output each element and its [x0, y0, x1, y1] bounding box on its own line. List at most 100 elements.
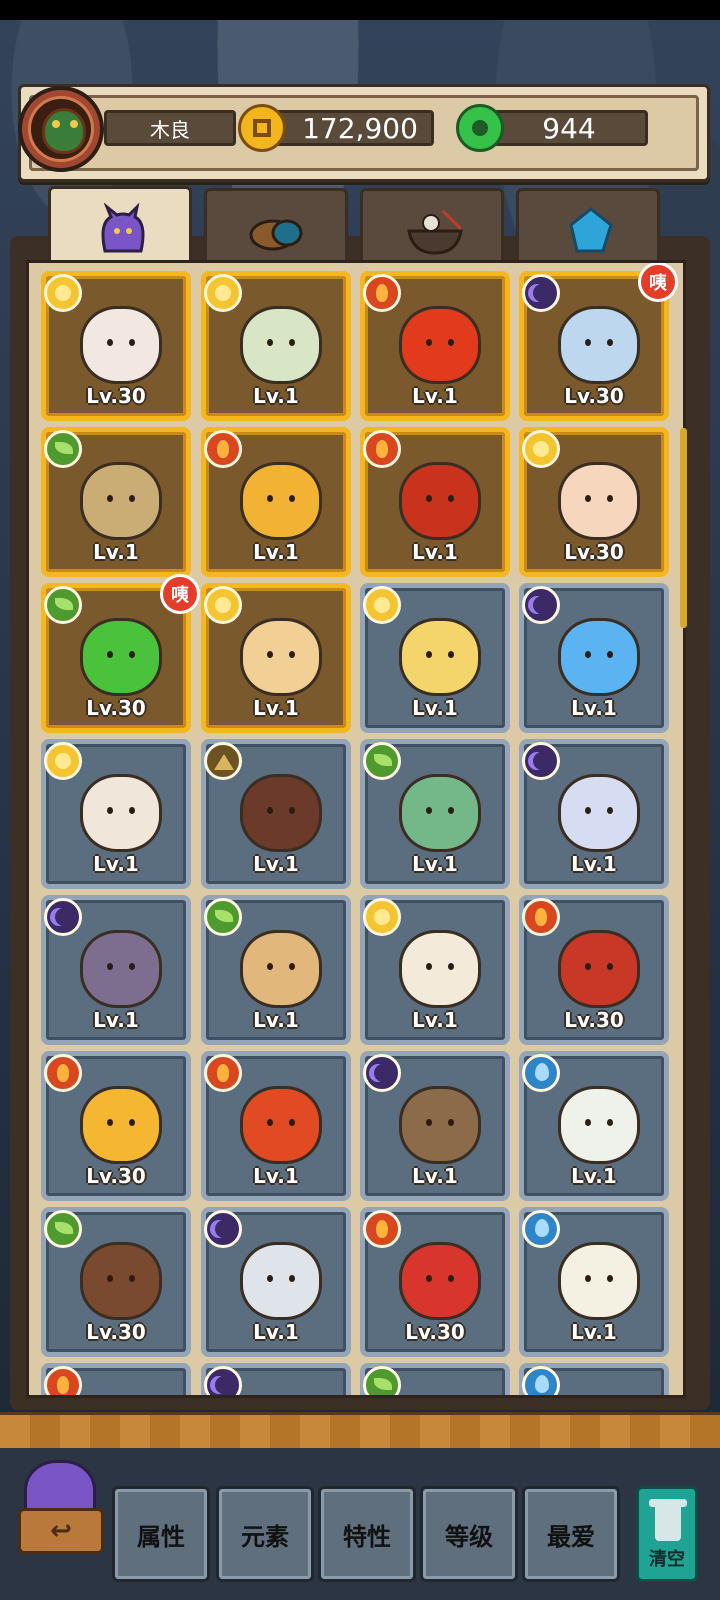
creature-level: Lv.30 [86, 384, 146, 408]
tab-items[interactable] [204, 188, 348, 264]
creature-sprite [558, 618, 640, 696]
creature-sprite [80, 930, 162, 1008]
creature-level: Lv.1 [253, 384, 299, 408]
creature-card[interactable]: Lv.1 [41, 427, 191, 577]
creature-eye [448, 1275, 454, 1282]
creature-level: Lv.1 [253, 1320, 299, 1344]
sort-favorite-button[interactable]: 最爱 [522, 1486, 620, 1582]
creature-level: Lv.1 [571, 852, 617, 876]
creature-eye [267, 495, 273, 502]
creature-eye [129, 807, 135, 814]
coin-icon [238, 104, 286, 152]
blue-crystal-icon [569, 207, 613, 253]
creature-card[interactable] [201, 1363, 351, 1395]
tab-crystals[interactable] [516, 188, 660, 264]
creature-eye [585, 1275, 591, 1282]
creature-card[interactable]: Lv.1 [519, 583, 669, 733]
noodle-bowl-icon [407, 209, 463, 255]
creature-card[interactable]: Lv.1 [360, 739, 510, 889]
creature-card[interactable]: Lv.1 [201, 427, 351, 577]
clear-label: 清空 [649, 1549, 685, 1570]
creature-eye [129, 495, 135, 502]
creature-eye [289, 963, 295, 970]
creature-eye [607, 495, 613, 502]
creature-sprite [240, 774, 322, 852]
fire-element-icon [204, 1054, 242, 1092]
creature-card[interactable]: Lv.1 [519, 1051, 669, 1201]
creature-eye [267, 339, 273, 346]
creature-card[interactable]: Lv.30 [41, 1051, 191, 1201]
sun-element-icon [44, 742, 82, 780]
creature-sprite [558, 1242, 640, 1320]
new-badge: 咦 [638, 263, 678, 302]
creature-eye [267, 807, 273, 814]
creature-card[interactable]: Lv.1 [519, 739, 669, 889]
creature-card[interactable]: Lv.1 [201, 739, 351, 889]
clear-button[interactable]: 清空 [636, 1486, 698, 1582]
creature-card[interactable]: Lv.1 [41, 895, 191, 1045]
creature-level: Lv.30 [564, 540, 624, 564]
sort-element-button[interactable]: 元素 [216, 1486, 314, 1582]
creature-card[interactable]: Lv.30 [519, 895, 669, 1045]
sun-element-icon [522, 430, 560, 468]
sort-level-button[interactable]: 等级 [420, 1486, 518, 1582]
creature-eye [289, 1119, 295, 1126]
creature-level: Lv.1 [571, 1320, 617, 1344]
creature-card[interactable]: Lv.1 [201, 1051, 351, 1201]
creature-level: Lv.1 [253, 1008, 299, 1032]
creature-card[interactable]: Lv.1 [360, 895, 510, 1045]
avatar-eye [70, 120, 78, 128]
creature-sprite [240, 618, 322, 696]
creature-level: Lv.1 [412, 1008, 458, 1032]
player-avatar[interactable] [18, 86, 104, 172]
creature-card[interactable]: Lv.1 [519, 1207, 669, 1357]
creature-eye [448, 807, 454, 814]
fire-element-icon [363, 274, 401, 312]
trash-lid-icon [649, 1499, 687, 1507]
creature-eye [426, 1119, 432, 1126]
back-button[interactable]: ↩ [12, 1460, 104, 1554]
sort-trait-button[interactable]: 特性 [318, 1486, 416, 1582]
creature-card[interactable]: Lv.30 [519, 427, 669, 577]
fire-element-icon [44, 1366, 82, 1395]
creature-card[interactable]: Lv.1 [201, 1207, 351, 1357]
creature-card[interactable] [360, 1363, 510, 1395]
creature-card[interactable]: Lv.30 [360, 1207, 510, 1357]
creature-card[interactable]: Lv.30 咦 [519, 263, 678, 421]
creature-card[interactable]: Lv.1 [201, 583, 351, 733]
creature-card[interactable]: Lv.1 [41, 739, 191, 889]
creature-card[interactable]: Lv.30 [41, 271, 191, 421]
grid-scrollbar[interactable] [680, 428, 687, 628]
creature-card[interactable]: Lv.1 [360, 1051, 510, 1201]
creature-card[interactable]: Lv.1 [201, 895, 351, 1045]
creature-level: Lv.1 [93, 1008, 139, 1032]
creature-card[interactable]: Lv.30 [41, 1207, 191, 1357]
drum-shell-icon [249, 219, 303, 251]
creature-card[interactable] [41, 1363, 191, 1395]
creature-card[interactable]: Lv.1 [360, 427, 510, 577]
creature-eye [607, 339, 613, 346]
creature-sprite [558, 930, 640, 1008]
creature-eye [585, 339, 591, 346]
creature-card[interactable]: Lv.1 [360, 583, 510, 733]
creature-sprite [558, 1086, 640, 1164]
creature-eye [426, 1275, 432, 1282]
creature-sprite [240, 1242, 322, 1320]
creature-card[interactable]: Lv.1 [201, 271, 351, 421]
creature-sprite [399, 462, 481, 540]
creature-eye [107, 495, 113, 502]
creature-eye [426, 495, 432, 502]
creature-eye [107, 807, 113, 814]
creature-card[interactable]: Lv.30 咦 [41, 574, 200, 733]
creature-sprite [240, 306, 322, 384]
sort-attribute-button[interactable]: 属性 [112, 1486, 210, 1582]
creature-card[interactable]: Lv.1 [360, 271, 510, 421]
leaf-element-icon [44, 1210, 82, 1248]
tab-monsters[interactable] [48, 186, 192, 268]
creature-level: Lv.1 [253, 696, 299, 720]
creature-level: Lv.1 [253, 540, 299, 564]
gem-icon [456, 104, 504, 152]
creature-level: Lv.30 [564, 384, 624, 408]
creature-card[interactable] [519, 1363, 669, 1395]
tab-food[interactable] [360, 188, 504, 264]
